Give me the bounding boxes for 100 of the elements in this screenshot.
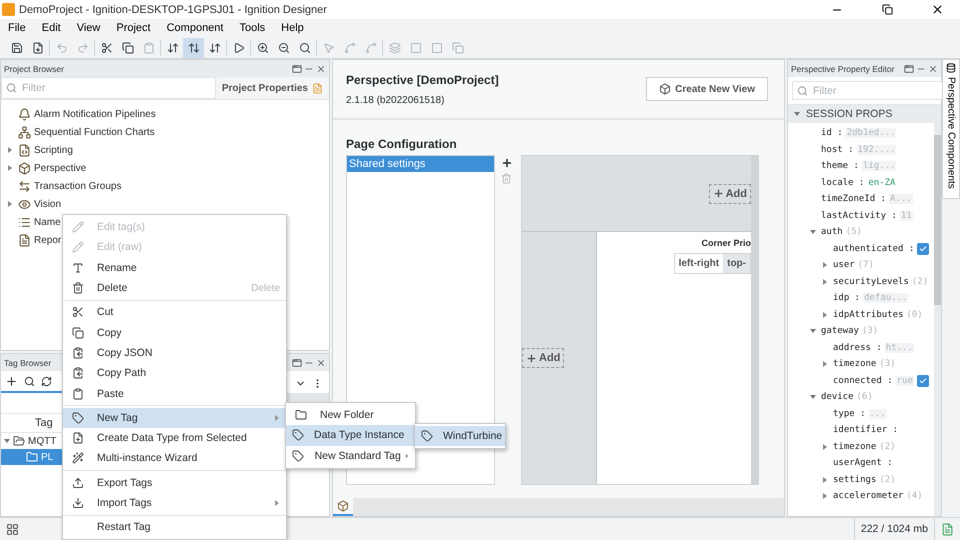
pencil-icon bbox=[72, 241, 84, 254]
menu-item[interactable]: Rename bbox=[63, 258, 286, 278]
collapse-arrow-icon[interactable] bbox=[4, 438, 10, 444]
undo-icon bbox=[56, 42, 68, 54]
tag-item[interactable]: MQTT bbox=[28, 436, 56, 446]
menu-item[interactable]: Paste bbox=[63, 383, 286, 404]
tree-item[interactable]: Sequential Function Charts bbox=[34, 126, 155, 138]
add-button[interactable]: Add bbox=[522, 348, 564, 368]
float-icon[interactable] bbox=[904, 64, 914, 74]
close-icon[interactable] bbox=[928, 64, 938, 74]
paste-icon bbox=[72, 388, 84, 400]
float-icon[interactable] bbox=[292, 64, 302, 74]
tree-item[interactable]: Scripting bbox=[34, 144, 73, 156]
property-name: type : bbox=[833, 408, 866, 419]
tree-item[interactable]: Alarm Notification Pipelines bbox=[34, 108, 156, 120]
expand-arrow-icon[interactable] bbox=[822, 262, 828, 268]
close-icon[interactable] bbox=[316, 64, 326, 74]
collapse-arrow-icon[interactable] bbox=[810, 328, 816, 334]
add-icon[interactable] bbox=[5, 374, 18, 388]
scrollbar[interactable] bbox=[934, 123, 941, 516]
folder-icon bbox=[26, 451, 38, 463]
menu-item[interactable]: New Tag bbox=[63, 408, 286, 428]
menu-item[interactable]: Project bbox=[108, 19, 159, 37]
text-icon bbox=[72, 262, 84, 274]
close-icon[interactable] bbox=[316, 358, 326, 368]
zoom-out-icon bbox=[278, 42, 290, 54]
menu-item[interactable]: Delete Delete bbox=[63, 278, 286, 298]
grid-icon[interactable] bbox=[6, 522, 19, 536]
square-icon bbox=[410, 42, 422, 54]
expand-arrow-icon[interactable] bbox=[7, 201, 13, 207]
refresh-icon[interactable] bbox=[41, 376, 52, 386]
property-count: (7) bbox=[858, 260, 874, 270]
menu-item[interactable]: Restart Tag bbox=[63, 517, 286, 538]
expand-arrow-icon[interactable] bbox=[7, 147, 13, 153]
property-name: timezone bbox=[833, 359, 876, 370]
page-title: Perspective [DemoProject] bbox=[346, 72, 499, 86]
layers-icon bbox=[388, 42, 400, 54]
menu-item[interactable]: View bbox=[68, 19, 108, 37]
tree-item[interactable]: Perspective bbox=[34, 162, 86, 174]
search-icon[interactable] bbox=[24, 376, 35, 386]
float-icon[interactable] bbox=[292, 358, 302, 368]
tree-item[interactable]: Transaction Groups bbox=[34, 180, 122, 192]
close-icon bbox=[930, 3, 944, 16]
menu-item[interactable]: Component bbox=[158, 19, 232, 37]
tree-item[interactable]: Vision bbox=[34, 198, 62, 210]
menu-item[interactable]: Import Tags bbox=[63, 492, 286, 514]
swap-icon bbox=[188, 42, 200, 54]
import-icon bbox=[32, 42, 44, 54]
menu-item[interactable]: Create Data Type from Selected bbox=[63, 428, 286, 448]
filter-field[interactable]: Filter bbox=[1, 77, 216, 99]
add-icon[interactable] bbox=[501, 157, 513, 169]
list-icon bbox=[18, 216, 31, 228]
scrollbar[interactable] bbox=[751, 156, 758, 484]
property-name: timeZoneId : bbox=[821, 194, 886, 204]
menu-item[interactable]: New Folder bbox=[286, 405, 415, 426]
create-view-button[interactable]: Create New View bbox=[646, 77, 768, 101]
document-icon[interactable] bbox=[941, 522, 954, 536]
menu-item[interactable]: Data Type Instance bbox=[286, 425, 415, 446]
collapse-arrow-icon[interactable] bbox=[794, 111, 800, 117]
column-header[interactable]: Tag bbox=[35, 417, 53, 429]
filter-field[interactable]: Filter bbox=[792, 81, 942, 100]
swap-icon bbox=[166, 42, 178, 54]
cube-icon bbox=[659, 83, 672, 95]
checkbox[interactable] bbox=[917, 242, 930, 255]
expand-arrow-icon[interactable] bbox=[822, 312, 828, 318]
property-name: device bbox=[821, 392, 854, 402]
menu-item[interactable]: Multi-instance Wizard bbox=[63, 448, 286, 469]
collapse-arrow-icon[interactable] bbox=[810, 394, 816, 400]
project-properties-button[interactable]: Project Properties bbox=[216, 77, 329, 99]
copy-icon bbox=[72, 346, 84, 359]
tree-item[interactable]: Repor bbox=[34, 234, 62, 246]
expand-arrow-icon[interactable] bbox=[822, 444, 828, 450]
menu-item[interactable]: New Standard Tag bbox=[286, 446, 415, 466]
menu-item[interactable]: Help bbox=[273, 19, 312, 37]
expand-arrow-icon[interactable] bbox=[822, 361, 828, 368]
checkbox[interactable] bbox=[916, 374, 929, 387]
tag-icon bbox=[292, 429, 304, 442]
expand-arrow-icon[interactable] bbox=[822, 476, 828, 483]
collapse-arrow-icon[interactable] bbox=[810, 229, 816, 236]
menu-item[interactable]: Cut bbox=[63, 302, 286, 322]
menu-item[interactable]: Copy Path bbox=[63, 363, 286, 384]
expand-arrow-icon[interactable] bbox=[822, 278, 828, 285]
menu-item[interactable]: Copy JSON bbox=[63, 342, 286, 364]
menu-item[interactable]: WindTurbine bbox=[415, 426, 505, 446]
menu-item[interactable]: Edit bbox=[34, 19, 69, 37]
expand-arrow-icon[interactable] bbox=[822, 493, 828, 500]
side-tab[interactable]: Perspective Components bbox=[942, 59, 960, 199]
menu-item[interactable]: Export Tags bbox=[63, 472, 286, 493]
property-name: theme : bbox=[821, 161, 859, 172]
menu-item[interactable]: Tools bbox=[231, 19, 274, 37]
expand-arrow-icon[interactable] bbox=[7, 165, 13, 171]
panel-title: Project Browser bbox=[4, 64, 65, 74]
menu-item[interactable]: File bbox=[0, 19, 34, 37]
swap-button[interactable] bbox=[183, 38, 204, 58]
zoom-in-icon bbox=[256, 42, 268, 54]
view-tab[interactable] bbox=[333, 498, 353, 516]
corner-option[interactable]: top- bbox=[723, 254, 750, 273]
property-value[interactable]: en-ZA bbox=[867, 178, 896, 188]
menu-item[interactable]: Copy bbox=[63, 322, 286, 343]
tree-item[interactable]: Name bbox=[34, 216, 61, 228]
